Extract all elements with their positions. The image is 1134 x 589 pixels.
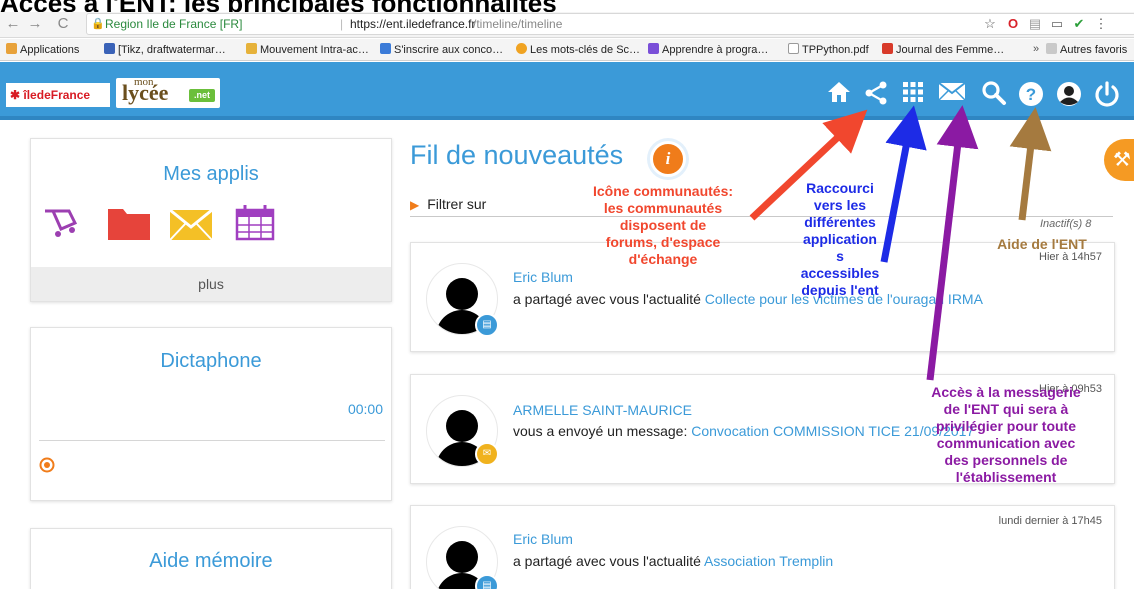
communities-annotation: Icône communautés: les communautés dispo… xyxy=(592,183,734,267)
shortcuts-annotation: Raccourci vers les différentes applicati… xyxy=(800,180,880,298)
help-arrow xyxy=(1009,107,1052,221)
messaging-arrow xyxy=(926,105,979,381)
messaging-annotation: Accès à la messagerie de l'ENT qui sera … xyxy=(931,384,1081,485)
annotation-arrows xyxy=(749,105,1052,381)
help-annotation: Aide de l'ENT xyxy=(997,236,1087,252)
